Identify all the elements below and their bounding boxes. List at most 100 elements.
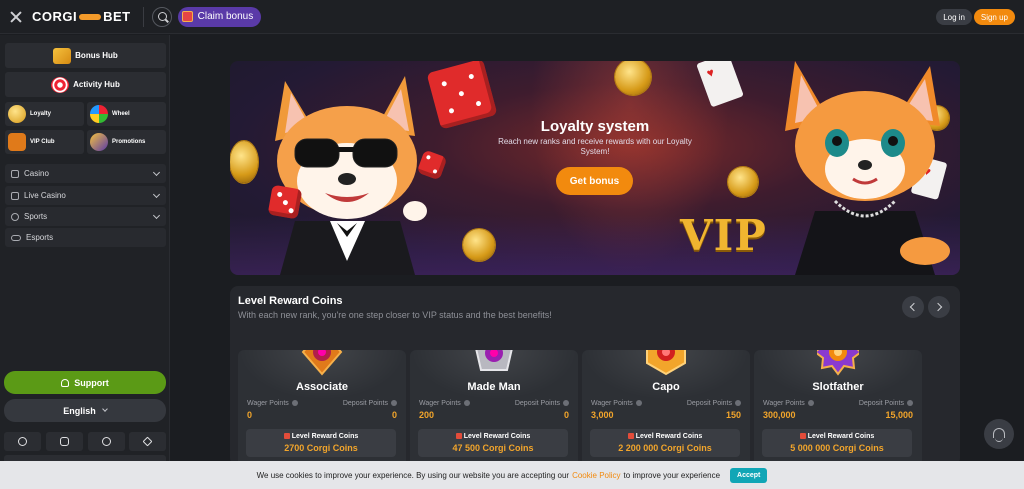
sidebar-tile-wheel[interactable]: Wheel: [87, 102, 166, 126]
tile-label: VIP Club: [30, 139, 55, 145]
carousel-prev-button[interactable]: [902, 296, 924, 318]
wager-label: Wager Points: [591, 400, 642, 407]
logo-text-right: BET: [103, 9, 131, 24]
info-icon[interactable]: [563, 400, 569, 407]
cookie-banner: We use cookies to improve your experienc…: [0, 461, 1024, 489]
wager-label: Wager Points: [763, 400, 814, 407]
sports-ball-icon: [11, 212, 19, 221]
rank-card-capo: Capo Wager Points Deposit Points 3,000 1…: [582, 350, 750, 466]
language-select[interactable]: English: [4, 399, 166, 422]
wager-value: 0: [247, 410, 253, 420]
info-icon[interactable]: [735, 400, 741, 407]
facebook-icon[interactable]: [88, 432, 125, 451]
login-button[interactable]: Log in: [936, 9, 972, 25]
bone-icon: [79, 13, 102, 20]
deposit-value: 15,000: [885, 410, 913, 420]
casino-icon: [11, 169, 19, 178]
deposit-label-text: Deposit Points: [342, 400, 388, 407]
info-icon[interactable]: [291, 400, 298, 407]
wager-value: 200: [419, 410, 435, 420]
wager-value: 3,000: [591, 410, 614, 420]
live-casino-icon: [11, 191, 19, 200]
wager-label: Wager Points: [247, 400, 298, 407]
reward-coins-box: Level Reward Coins 2 200 000 Corgi Coins: [590, 429, 740, 457]
reward-coins-value: 2 200 000 Corgi Coins: [618, 443, 712, 453]
get-bonus-button[interactable]: Get bonus: [556, 167, 633, 195]
close-icon[interactable]: [9, 10, 23, 24]
rank-name: Slotfather: [812, 381, 864, 393]
rank-name: Capo: [652, 381, 680, 393]
top-bar: CORGI BET Claim bonus Log in Sign up: [0, 0, 1024, 34]
nav-label: Live Casino: [24, 191, 66, 200]
coin-icon: [728, 167, 758, 197]
signup-button[interactable]: Sign up: [973, 9, 1015, 25]
activity-hub-button[interactable]: Activity Hub: [5, 72, 166, 97]
sidebar-tile-promotions[interactable]: Promotions: [87, 130, 166, 154]
chevron-down-icon: [152, 190, 161, 199]
tile-label: Wheel: [112, 111, 130, 117]
reward-coins-box: Level Reward Coins 47 500 Corgi Coins: [418, 429, 568, 457]
deposit-label: Deposit Points: [859, 400, 913, 407]
chevron-down-icon: [152, 211, 161, 220]
sidebar-item-sports[interactable]: Sports: [5, 207, 166, 226]
tile-label: Loyalty: [30, 111, 52, 117]
carousel-next-button[interactable]: [928, 296, 950, 318]
bonus-hub-label: Bonus Hub: [75, 51, 118, 60]
chevron-down-icon: [152, 168, 161, 177]
x-icon[interactable]: [4, 432, 41, 451]
instagram-icon[interactable]: [46, 432, 83, 451]
live-support-headset-icon[interactable]: [984, 419, 1014, 449]
activity-hub-label: Activity Hub: [73, 80, 120, 89]
gift-icon: [181, 11, 193, 22]
deposit-label-text: Deposit Points: [858, 400, 904, 407]
reward-coins-value: 47 500 Corgi Coins: [452, 443, 534, 453]
cookie-policy-link[interactable]: Cookie Policy: [572, 471, 620, 480]
loyalty-icon: [8, 105, 26, 123]
sidebar-tile-vip-club[interactable]: VIP Club: [5, 130, 84, 154]
corgi-icon: [8, 133, 26, 151]
corgi-mascot-image: [275, 76, 427, 275]
logo[interactable]: CORGI BET: [32, 9, 131, 24]
reward-coins-label: Level Reward Coins: [246, 433, 396, 440]
coins-icon: [53, 47, 72, 64]
wager-label-text: Wager Points: [247, 400, 289, 407]
wager-label-text: Wager Points: [763, 400, 805, 407]
deposit-label-text: Deposit Points: [686, 400, 732, 407]
wager-label: Wager Points: [419, 400, 470, 407]
reward-coins-box: Level Reward Coins 2700 Corgi Coins: [246, 429, 396, 457]
sidebar: Bonus Hub Activity Hub Loyalty Wheel VIP…: [0, 35, 170, 489]
rank-card-slotfather: Slotfather Wager Points Deposit Points 3…: [754, 350, 922, 466]
vip-graphic-text: VIP: [680, 211, 767, 260]
info-icon[interactable]: [635, 400, 642, 407]
coin-icon: [463, 229, 495, 261]
support-button[interactable]: Support: [4, 371, 166, 394]
rank-name: Associate: [296, 381, 348, 393]
sidebar-tile-loyalty[interactable]: Loyalty: [5, 102, 84, 126]
sidebar-item-live-casino[interactable]: Live Casino: [5, 186, 166, 205]
wager-label-text: Wager Points: [419, 400, 461, 407]
nav-label: Casino: [24, 169, 49, 178]
logo-text-left: CORGI: [32, 9, 78, 24]
info-icon[interactable]: [907, 400, 913, 407]
deposit-label-text: Deposit Points: [514, 400, 560, 407]
deposit-value: 0: [391, 410, 397, 420]
search-icon[interactable]: [151, 6, 172, 27]
deposit-label: Deposit Points: [343, 400, 397, 407]
accept-cookies-button[interactable]: Accept: [730, 467, 768, 483]
bonus-hub-button[interactable]: Bonus Hub: [5, 43, 166, 68]
sidebar-item-esports[interactable]: Esports: [5, 228, 166, 247]
telegram-icon[interactable]: [129, 432, 166, 451]
info-icon[interactable]: [391, 400, 397, 407]
wager-label-text: Wager Points: [591, 400, 633, 407]
loyalty-banner: VIP Loyalty system Reach new ranks and r…: [230, 61, 960, 275]
dice-icon: [267, 184, 303, 220]
sidebar-item-casino[interactable]: Casino: [5, 164, 166, 183]
cookie-text-end: to improve your experience: [623, 470, 721, 480]
info-icon[interactable]: [807, 400, 814, 407]
rank-badge-icon: [475, 350, 513, 371]
claim-bonus-button[interactable]: Claim bonus: [177, 6, 262, 27]
reward-coins-value: 5 000 000 Corgi Coins: [790, 443, 884, 453]
info-icon[interactable]: [463, 400, 470, 407]
deposit-label: Deposit Points: [515, 400, 569, 407]
nav-label: Sports: [24, 212, 48, 221]
